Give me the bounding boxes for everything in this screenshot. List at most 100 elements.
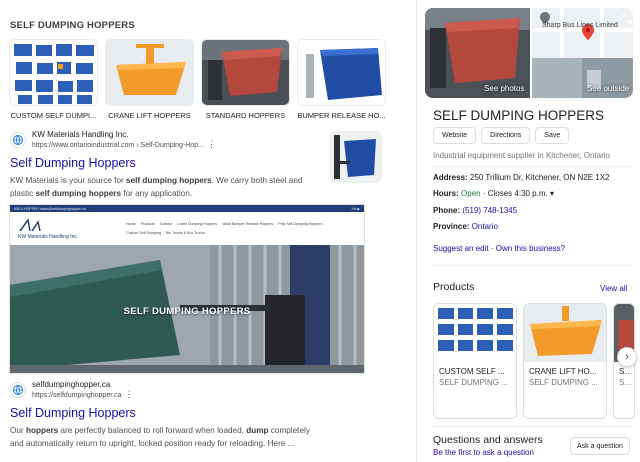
preview-nav-link: Contact: [159, 222, 173, 226]
own-business-link[interactable]: Own this business?: [496, 244, 565, 253]
preview-nav-link: Value Bumper Release Hoppers: [221, 222, 274, 226]
province-row: Province: Ontario: [433, 222, 498, 231]
product-merchant: SELF...: [619, 378, 634, 387]
business-type: Industrial equipment supplier in Kitchen…: [433, 151, 610, 160]
address-label: Address:: [433, 173, 468, 182]
preview-logo-text: KW Materials Handling Inc.: [18, 233, 79, 240]
knowledge-panel: See photos Sharp Bus Lines Limited See o…: [416, 0, 640, 462]
map-label: Sharp Bus Lines Limited: [542, 22, 618, 29]
products-heading: Products: [433, 281, 475, 293]
more-options-icon[interactable]: ⋮: [207, 139, 216, 149]
globe-icon: [10, 382, 26, 398]
directions-button[interactable]: Directions: [481, 127, 531, 144]
kp-photo[interactable]: See photos: [425, 8, 530, 98]
image-thumbnail[interactable]: CUSTOM SELF DUMPI...: [9, 39, 98, 120]
expand-icon[interactable]: [622, 14, 632, 24]
images-heading: SELF DUMPING HOPPERS: [10, 20, 135, 31]
phone-label: Phone:: [433, 206, 461, 215]
site-name: selfdumpinghopper.ca: [32, 380, 111, 389]
phone-row: Phone: (519) 748-1345: [433, 206, 517, 215]
first-question-link[interactable]: Be the first to ask a question: [433, 448, 534, 457]
site-name: KW Materials Handling Inc.: [32, 130, 129, 139]
chevron-down-icon[interactable]: ▾: [550, 189, 554, 198]
thumbnail-image[interactable]: [105, 39, 194, 106]
site-url: https://selfdumpinghopper.ca ⋮: [32, 389, 134, 400]
result-thumbnail[interactable]: [330, 131, 382, 183]
product-merchant: SELF DUMPING ...: [439, 378, 508, 387]
hours-status: Open: [461, 189, 481, 198]
preview-nav-link: Products: [140, 222, 155, 226]
edit-links-row: Suggest an edit · Own this business?: [433, 244, 565, 253]
preview-nav-link: Bin Trucks & Box Trucks: [165, 231, 205, 235]
kp-action-buttons: Website Directions Save: [433, 127, 570, 144]
chevron-right-icon[interactable]: ›: [617, 347, 637, 367]
hours-row[interactable]: Hours: Open · Closes 4:30 p.m. ▾: [433, 189, 554, 198]
view-all-link[interactable]: View all: [600, 284, 627, 293]
thumbnail-caption: CUSTOM SELF DUMPI...: [10, 111, 97, 120]
result-snippet: Our hoppers are perfectly balanced to ro…: [10, 426, 310, 448]
thumbnail-image[interactable]: [9, 39, 98, 106]
product-image: [434, 304, 516, 362]
kp-map[interactable]: Sharp Bus Lines Limited See outside: [532, 8, 633, 98]
preview-hero-image: SELF DUMPING HOPPERS: [10, 245, 364, 373]
product-image: [524, 304, 606, 362]
search-result-2: selfdumpinghopper.ca https://selfdumping…: [10, 380, 325, 450]
address-value[interactable]: 250 Trillium Dr, Kitchener, ON N2E 1X2: [470, 173, 610, 182]
site-url: https://www.ontarioindustrial.com › Self…: [32, 139, 216, 150]
divider: [433, 166, 633, 167]
suggest-edit-link[interactable]: Suggest an edit: [433, 244, 489, 253]
kp-image-strip: See photos Sharp Bus Lines Limited See o…: [425, 8, 633, 98]
url-text: https://selfdumpinghopper.ca: [32, 392, 122, 399]
product-card[interactable]: CRANE LIFT HO... SELF DUMPING ...: [523, 303, 607, 419]
url-text: https://www.ontarioindustrial.com › Self…: [32, 142, 204, 149]
preview-contact: 855-5-HOPPER sales@selfdumpinghopper.ca: [14, 206, 86, 211]
hours-close: · Closes 4:30 p.m.: [482, 189, 548, 198]
image-thumbnail[interactable]: BUMPER RELEASE HO...: [297, 39, 386, 120]
address-row: Address: 250 Trillium Dr, Kitchener, ON …: [433, 173, 610, 182]
province-label: Province:: [433, 222, 470, 231]
product-title: CRANE LIFT HO...: [529, 367, 597, 376]
separator: ·: [490, 244, 494, 253]
preview-hero-title: SELF DUMPING HOPPERS: [123, 306, 251, 317]
search-results-column: SELF DUMPING HOPPERS CUSTOM SELF DUMPI..…: [0, 0, 400, 462]
divider: [433, 265, 633, 266]
see-photos-link[interactable]: See photos: [484, 84, 524, 93]
preview-nav-link: Poly Self Dumping Hoppers: [278, 222, 323, 226]
preview-nav-link: Crane Dumping Hoppers: [177, 222, 217, 226]
province-link[interactable]: Ontario: [472, 222, 498, 231]
image-thumbnail[interactable]: STANDARD HOPPERS: [201, 39, 290, 120]
preview-nav: KW Materials Handling Inc. Home Products…: [10, 212, 364, 245]
product-card[interactable]: CUSTOM SELF ... SELF DUMPING ...: [433, 303, 517, 419]
divider: [433, 426, 633, 427]
search-result-1: KW Materials Handling Inc. https://www.o…: [10, 130, 325, 200]
preview-topbar: 855-5-HOPPER sales@selfdumpinghopper.ca …: [10, 205, 364, 212]
thumbnail-image[interactable]: [201, 39, 290, 106]
result-title-link[interactable]: Self Dumping Hoppers: [10, 156, 325, 170]
product-title: CUSTOM SELF ...: [439, 367, 505, 376]
result-title-link[interactable]: Self Dumping Hoppers: [10, 406, 325, 420]
result-source[interactable]: KW Materials Handling Inc. https://www.o…: [10, 130, 325, 150]
preview-social-icons: f in ▶: [351, 206, 360, 211]
thumbnail-caption: STANDARD HOPPERS: [205, 111, 286, 120]
save-button[interactable]: Save: [535, 127, 570, 144]
preview-nav-links: Home Products Contact Crane Dumping Hopp…: [126, 222, 356, 235]
result-source[interactable]: selfdumpinghopper.ca https://selfdumping…: [10, 380, 325, 400]
ask-question-button[interactable]: Ask a question: [570, 437, 630, 455]
website-preview[interactable]: 855-5-HOPPER sales@selfdumpinghopper.ca …: [9, 204, 365, 374]
globe-icon: [10, 132, 26, 148]
products-carousel: CUSTOM SELF ... SELF DUMPING ... CRANE L…: [433, 303, 635, 419]
qa-heading: Questions and answers: [433, 434, 543, 446]
see-outside-link[interactable]: See outside: [587, 84, 629, 93]
product-merchant: SELF DUMPING ...: [529, 378, 598, 387]
preview-logo: KW Materials Handling Inc.: [18, 217, 79, 240]
preview-nav-link: Home: [126, 222, 136, 226]
website-button[interactable]: Website: [433, 127, 477, 144]
business-title: SELF DUMPING HOPPERS: [433, 108, 605, 123]
thumbnail-caption: BUMPER RELEASE HO...: [297, 111, 386, 120]
thumbnail-image[interactable]: [297, 39, 386, 106]
image-thumbnail[interactable]: CRANE LIFT HOPPERS: [105, 39, 194, 120]
phone-link[interactable]: (519) 748-1345: [462, 206, 517, 215]
preview-nav-link: Custom Self Dumping: [126, 231, 161, 235]
hours-label: Hours:: [433, 189, 459, 198]
more-options-icon[interactable]: ⋮: [125, 389, 134, 399]
